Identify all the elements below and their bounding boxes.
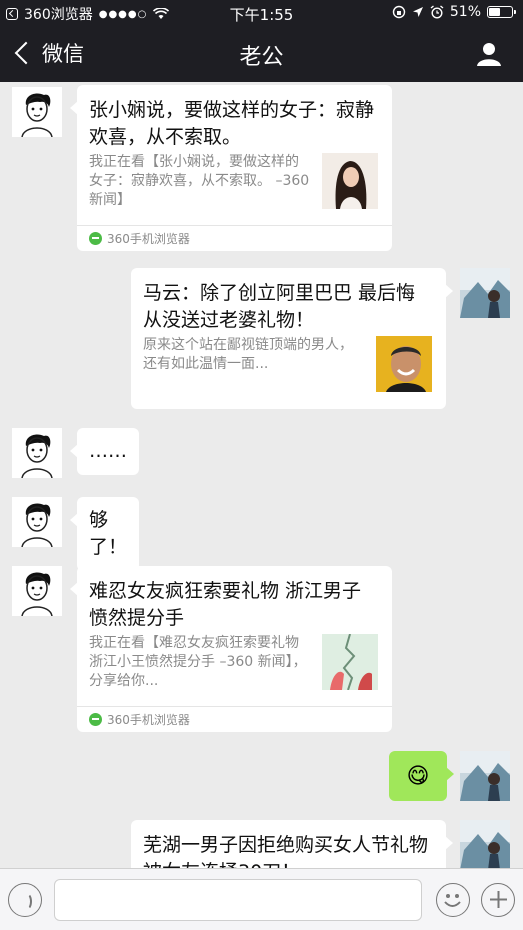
link-card-description: 我正在看【难忍女友疯狂索要礼物 浙江小王愤然提分手 –360 新闻】，分享给你.… — [89, 635, 307, 689]
link-card-source-label: 360手机浏览器 — [107, 232, 190, 246]
message-input[interactable] — [54, 879, 422, 921]
nav-bar: 微信 老公 — [0, 26, 523, 82]
voice-input-button[interactable] — [8, 883, 42, 917]
status-bar: 360浏览器 ●●●●○ 下午1:55 51% — [0, 0, 523, 26]
emoji-button[interactable] — [436, 883, 470, 917]
more-options-button[interactable] — [481, 883, 515, 917]
link-card-description: 我正在看【张小娴说，要做这样的女子：寂静欢喜，从不索取。 –360 新闻】 — [89, 154, 310, 208]
link-card[interactable]: 芜湖一男子因拒绝购买女人节礼物 被女友连捅30刀！ — [131, 820, 453, 868]
link-card-description: 原来这个站在鄙视链顶端的男人，还有如此温情一面... — [143, 337, 353, 372]
link-card[interactable]: 马云：除了创立阿里巴巴 最后悔从没送过老婆礼物！ 原来这个站在鄙视链顶端的男人，… — [131, 268, 453, 409]
link-card-source-label: 360手机浏览器 — [107, 713, 190, 727]
link-card-title: 马云：除了创立阿里巴巴 最后悔从没送过老婆礼物！ — [143, 282, 416, 331]
alarm-icon — [430, 5, 444, 19]
text-bubble[interactable]: …… — [70, 428, 139, 475]
rotation-lock-icon — [392, 5, 406, 19]
contact-avatar[interactable] — [12, 87, 62, 137]
link-card-title: 张小娴说，要做这样的女子：寂静欢喜，从不索取。 — [89, 99, 375, 148]
link-card-thumbnail — [322, 153, 378, 209]
link-card-source: 360手机浏览器 — [77, 225, 392, 251]
link-card-thumbnail — [322, 634, 378, 690]
link-card-title: 难忍女友疯狂索要礼物 浙江男子愤然提分手 — [89, 580, 362, 629]
plus-icon — [489, 891, 507, 908]
my-avatar[interactable] — [460, 820, 510, 868]
location-icon — [412, 7, 423, 17]
link-card-title: 芜湖一男子因拒绝购买女人节礼物 被女友连捅30刀！ — [143, 834, 429, 868]
my-avatar[interactable] — [460, 751, 510, 801]
battery-percent: 51% — [449, 4, 481, 20]
contact-profile-icon[interactable] — [475, 40, 503, 68]
chat-area[interactable]: 张小娴说，要做这样的女子：寂静欢喜，从不索取。 我正在看【张小娴说，要做这样的女… — [0, 82, 523, 868]
link-card[interactable]: 张小娴说，要做这样的女子：寂静欢喜，从不索取。 我正在看【张小娴说，要做这样的女… — [70, 85, 392, 251]
my-avatar[interactable] — [460, 268, 510, 318]
chat-title: 老公 — [239, 45, 284, 70]
link-card-source: 360手机浏览器 — [77, 706, 392, 732]
contact-avatar[interactable] — [12, 566, 62, 616]
contact-avatar[interactable] — [12, 497, 62, 547]
message-text: 够了！ — [89, 509, 128, 558]
browser-360-icon — [89, 232, 102, 245]
input-bar — [0, 868, 523, 930]
browser-360-icon — [89, 713, 102, 726]
text-bubble[interactable]: 够了！ — [70, 497, 139, 571]
link-card-thumbnail — [376, 336, 432, 392]
emoji-bubble[interactable]: 😋 — [389, 751, 454, 801]
battery-icon — [487, 6, 516, 18]
message-text: …… — [89, 440, 127, 462]
contact-avatar[interactable] — [12, 428, 62, 478]
link-card[interactable]: 难忍女友疯狂索要礼物 浙江男子愤然提分手 我正在看【难忍女友疯狂索要礼物 浙江小… — [70, 566, 392, 732]
message-emoji: 😋 — [406, 763, 430, 789]
smiley-icon — [444, 894, 461, 907]
